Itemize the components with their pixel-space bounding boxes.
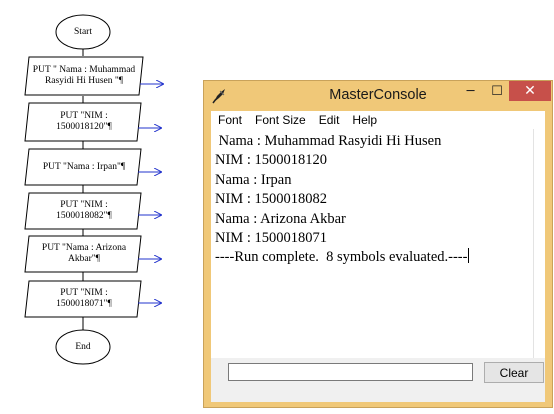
masterconsole-window: MasterConsole ─ ☐ ✕ Font Font Size Edit … [203, 80, 553, 408]
end-label: End [75, 341, 91, 352]
flowchart: Start PUT " Nama : Muhammad Rasyidi Hi H… [0, 0, 200, 414]
close-icon: ✕ [524, 83, 536, 99]
io-label-3: PUT "Nama : Irpan"¶ [42, 161, 126, 172]
input-panel: Clear [211, 358, 545, 402]
menu-edit[interactable]: Edit [312, 113, 346, 127]
io-label-2: PUT "NIM : 1500018120"¶ [56, 111, 112, 132]
console-line: NIM : 1500018071 [215, 230, 327, 247]
io-label-5: PUT "Nama : Arizona Akbar"¶ [41, 243, 127, 264]
run-complete-text: ----Run complete. 8 symbols evaluated.--… [215, 249, 468, 266]
menu-help[interactable]: Help [345, 113, 383, 127]
close-button[interactable]: ✕ [509, 81, 551, 101]
console-line: Nama : Arizona Akbar [215, 210, 346, 227]
io-label-6: PUT "NIM : 1500018071"¶ [56, 288, 112, 309]
minimize-button[interactable]: ─ [457, 81, 484, 101]
io-label-1: PUT " Nama : Muhammad Rasyidi Hi Husen "… [32, 65, 136, 86]
console-output[interactable]: Nama : Muhammad Rasyidi Hi Husen NIM : 1… [211, 129, 533, 358]
text-caret [468, 248, 470, 264]
menu-font-size[interactable]: Font Size [248, 113, 312, 127]
title-bar[interactable]: MasterConsole ─ ☐ ✕ [204, 81, 552, 111]
start-label: Start [74, 26, 92, 37]
maximize-button[interactable]: ☐ [484, 81, 510, 101]
io-label-4: PUT "NIM : 1500018082"¶ [56, 200, 112, 221]
minimize-icon: ─ [466, 83, 475, 99]
console-line: Nama : Irpan [215, 171, 292, 188]
console-status-line: ----Run complete. 8 symbols evaluated.--… [215, 248, 533, 267]
menu-font[interactable]: Font [211, 113, 248, 127]
menu-bar: Font Font Size Edit Help [211, 111, 545, 129]
console-line: NIM : 1500018082 [215, 191, 327, 208]
command-input[interactable] [228, 363, 473, 381]
console-line: Nama : Muhammad Rasyidi Hi Husen [215, 133, 442, 149]
console-scrollbar[interactable] [533, 129, 545, 358]
clear-button[interactable]: Clear [484, 362, 544, 383]
maximize-icon: ☐ [491, 83, 503, 99]
console-line: NIM : 1500018120 [215, 152, 327, 169]
